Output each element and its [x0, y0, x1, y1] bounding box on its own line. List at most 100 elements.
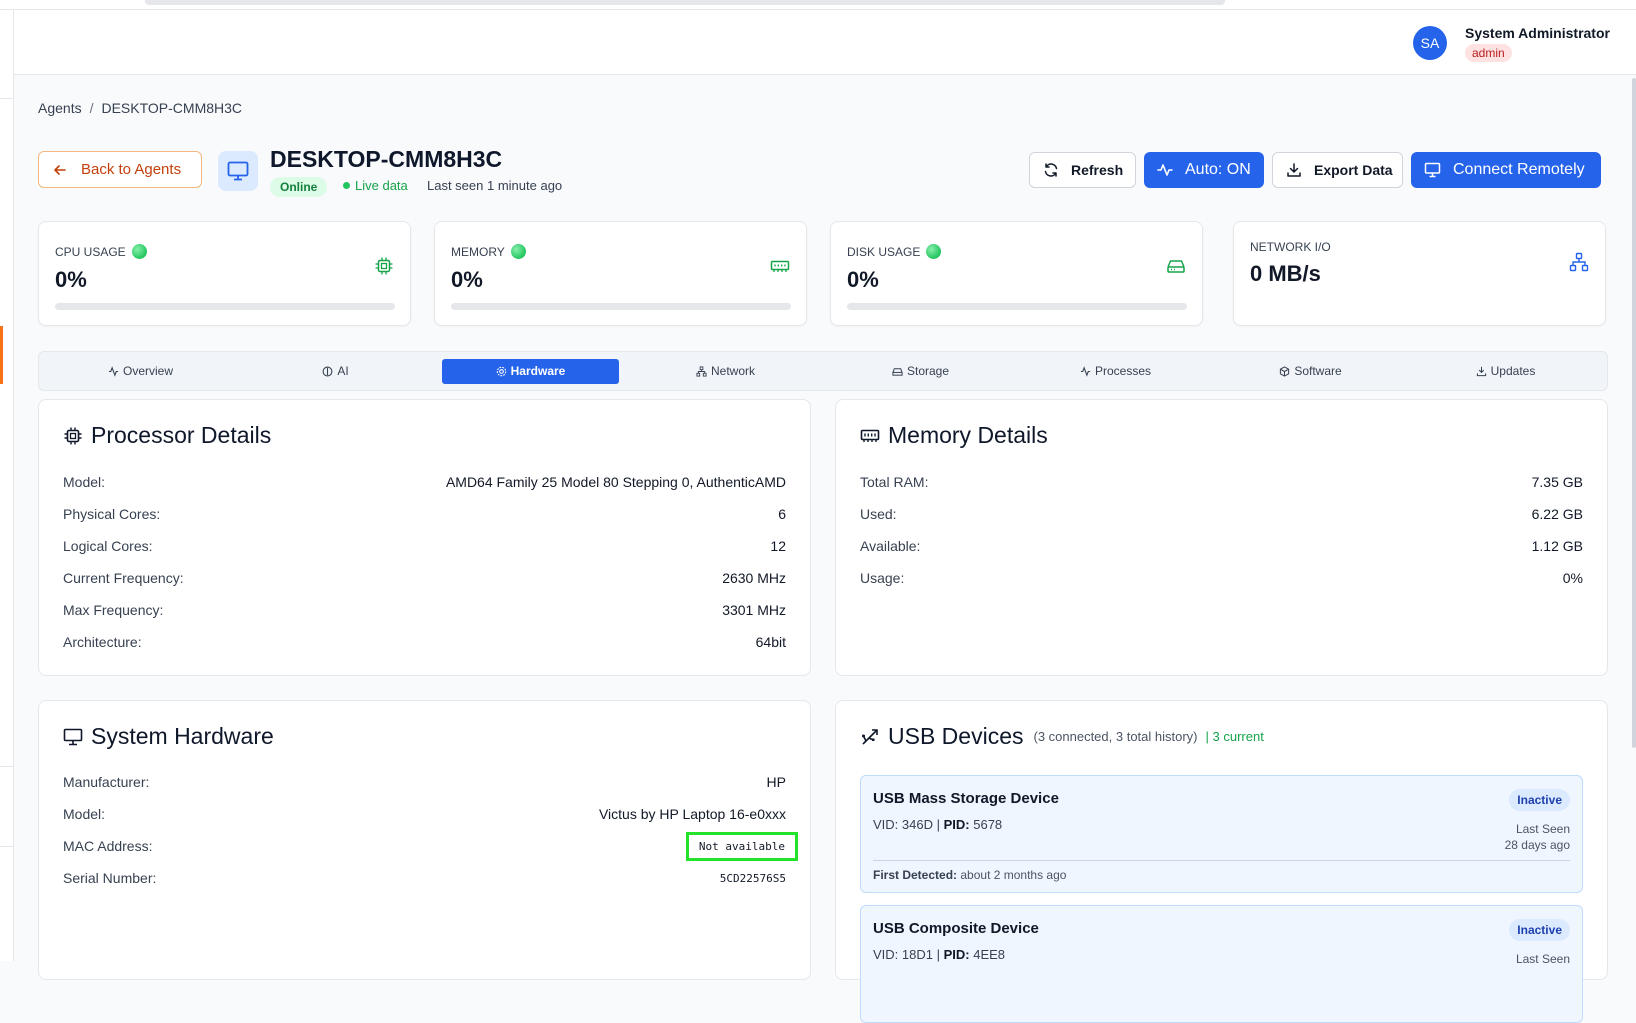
tab-label: Overview	[122, 364, 173, 378]
network-icon	[696, 365, 707, 377]
export-data-label: Export Data	[1314, 162, 1393, 178]
auto-refresh-toggle[interactable]: Auto: ON	[1144, 152, 1264, 188]
memory-bar	[451, 303, 791, 310]
detail-key: MAC Address:	[63, 838, 153, 854]
app-header: SA System Administrator admin	[14, 10, 1636, 75]
auto-refresh-label: Auto: ON	[1185, 161, 1251, 178]
usb-device-card[interactable]: USB Mass Storage Device VID: 346D | PID:…	[860, 775, 1583, 893]
usb-devices-panel: USB Devices (3 connected, 3 total histor…	[835, 700, 1608, 1023]
tab-label: Hardware	[510, 364, 566, 378]
disk-usage-bar	[847, 303, 1187, 310]
network-io-label: NETWORK I/O	[1250, 240, 1331, 254]
connect-remotely-button[interactable]: Connect Remotely	[1411, 152, 1601, 188]
detail-key: Serial Number:	[63, 870, 157, 886]
serial-number-value: 5CD22576S5	[719, 871, 786, 885]
detail-value: 3301 MHz	[722, 602, 786, 618]
detail-key: Model:	[63, 806, 106, 822]
tab-label: Software	[1294, 364, 1342, 378]
detail-key: Usage:	[860, 570, 905, 586]
detail-value: 64bit	[755, 634, 786, 650]
processor-details-panel: Processor Details Model: AMD64 Family 25 …	[38, 399, 811, 676]
activity-icon	[1157, 162, 1173, 178]
tab-software[interactable]: Software	[1222, 359, 1399, 384]
status-dot-icon	[510, 244, 526, 259]
first-detected-value: about 2 months ago	[960, 868, 1067, 882]
vid-label: VID:	[873, 817, 899, 832]
live-data-label: Live data	[355, 178, 408, 193]
arrow-left-icon	[53, 163, 67, 177]
vid-value: 346D	[901, 817, 933, 832]
refresh-button[interactable]: Refresh	[1029, 152, 1136, 188]
detail-key: Manufacturer:	[63, 774, 150, 790]
monitor-icon	[63, 728, 83, 746]
detail-key: Architecture:	[63, 634, 142, 650]
tab-label: Updates	[1490, 364, 1536, 378]
usb-icon	[860, 727, 880, 747]
sidebar-divider	[0, 98, 14, 99]
memory-card: MEMORY 0%	[434, 221, 807, 326]
usb-status-badge: Inactive	[1509, 919, 1570, 941]
memory-icon	[860, 426, 880, 446]
detail-value: 7.35 GB	[1531, 474, 1583, 490]
pid-value: 5678	[973, 817, 1003, 832]
breadcrumb-current: DESKTOP-CMM8H3C	[101, 100, 243, 116]
sidebar-active-indicator	[0, 326, 3, 384]
user-name: System Administrator	[1465, 25, 1610, 41]
gear-icon	[496, 366, 507, 377]
browser-top-strip	[0, 0, 1636, 10]
usb-status-badge: Inactive	[1509, 789, 1570, 811]
back-button-label: Back to Agents	[81, 161, 182, 178]
detail-row: Logical Cores: 12	[63, 535, 786, 557]
breadcrumb-agents-link[interactable]: Agents	[38, 100, 82, 116]
tab-processes[interactable]: Processes	[1027, 359, 1204, 384]
detail-row: Model: AMD64 Family 25 Model 80 Stepping …	[63, 471, 786, 493]
usb-device-card[interactable]: USB Composite Device VID: 18D1 | PID: 4E…	[860, 905, 1583, 1023]
breadcrumb-separator: /	[89, 100, 94, 116]
tab-storage[interactable]: Storage	[832, 359, 1009, 384]
disk-usage-card: DISK USAGE 0%	[830, 221, 1203, 326]
detail-value: 6.22 GB	[1531, 506, 1583, 522]
panel-title: Processor Details	[63, 422, 271, 449]
detail-value: 6	[778, 506, 786, 522]
tab-overview[interactable]: Overview	[52, 359, 229, 384]
disk-icon	[1166, 256, 1186, 276]
status-badge: Online	[270, 177, 328, 197]
back-to-agents-button[interactable]: Back to Agents	[38, 151, 202, 188]
activity-icon	[1080, 365, 1091, 377]
avatar-initials: SA	[1420, 35, 1440, 51]
tab-bar: Overview AI Hardware Network Storage Pro…	[38, 351, 1608, 391]
usb-device-ids: VID: 346D | PID: 5678	[873, 817, 1003, 832]
hard-drive-icon	[892, 366, 903, 377]
tab-updates[interactable]: Updates	[1417, 359, 1594, 384]
export-data-button[interactable]: Export Data	[1272, 152, 1403, 188]
ai-icon	[322, 366, 333, 377]
memory-label: MEMORY	[451, 244, 505, 259]
activity-icon	[108, 365, 119, 377]
divider	[873, 860, 1570, 861]
detail-row: Total RAM: 7.35 GB	[860, 471, 1583, 493]
detail-key: Used:	[860, 506, 897, 522]
status-dot-icon	[131, 244, 147, 259]
tab-ai[interactable]: AI	[247, 359, 424, 384]
detail-value: 12	[770, 538, 786, 554]
refresh-icon	[1043, 162, 1059, 178]
system-hardware-panel: System Hardware Manufacturer: HP Model: Vi…	[38, 700, 811, 980]
panel-title: Memory Details	[860, 422, 1048, 449]
detail-key: Total RAM:	[860, 474, 929, 490]
tab-label: Processes	[1094, 364, 1152, 378]
tab-hardware[interactable]: Hardware	[442, 358, 619, 384]
avatar[interactable]: SA	[1413, 26, 1447, 60]
scrollbar[interactable]	[1632, 78, 1636, 748]
pid-value: 4EE8	[973, 947, 1006, 962]
detail-row: Manufacturer: HP	[63, 771, 786, 793]
cpu-usage-bar	[55, 303, 395, 310]
detail-row: Architecture: 64bit	[63, 631, 786, 653]
detail-value: AMD64 Family 25 Model 80 Stepping 0, Aut…	[445, 474, 786, 490]
role-badge: admin	[1465, 44, 1512, 62]
metric-label: DISK USAGE	[847, 244, 942, 259]
tab-network[interactable]: Network	[637, 359, 814, 384]
top-bar	[145, 0, 1225, 5]
network-io-value: 0 MB/s	[1250, 261, 1321, 286]
detail-value: 1.12 GB	[1531, 538, 1583, 554]
detail-row: Physical Cores: 6	[63, 503, 786, 525]
